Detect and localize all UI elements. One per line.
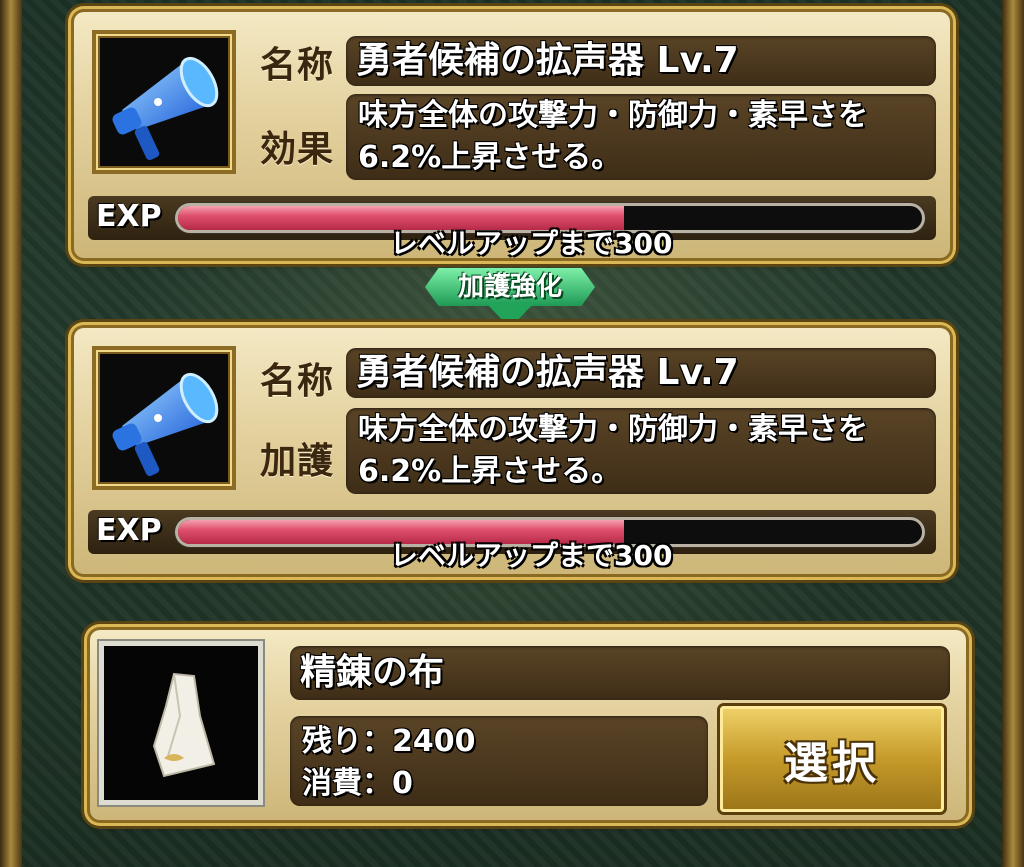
material-consumed: 消費：0 — [302, 766, 413, 801]
exp-label: EXP — [96, 199, 162, 234]
effect-line-2: 6.2%上昇させる。 — [358, 140, 622, 175]
item-name: 勇者候補の拡声器 Lv.7 — [356, 352, 739, 393]
item-icon-frame — [92, 30, 236, 174]
select-button[interactable]: 選択 — [720, 706, 944, 812]
item-name-field: 勇者候補の拡声器 Lv.7 — [346, 36, 936, 86]
effect-field: 味方全体の攻撃力・防御力・素早さを 6.2%上昇させる。 — [346, 94, 936, 180]
enhance-banner: 加護強化 — [425, 262, 595, 332]
exp-label: EXP — [96, 513, 162, 548]
blessing-label: 加護 — [260, 441, 335, 482]
left-frame — [0, 0, 22, 867]
item-name-field: 勇者候補の拡声器 Lv.7 — [346, 348, 936, 398]
item-icon-frame — [92, 346, 236, 490]
after-item-panel: 名称 加護 勇者候補の拡声器 Lv.7 味方全体の攻撃力・防御力・素早さを 6.… — [74, 328, 950, 574]
effect-label: 効果 — [260, 129, 335, 170]
enhance-banner-text: 加護強化 — [457, 272, 562, 302]
effect-line-2: 6.2%上昇させる。 — [358, 454, 622, 489]
effect-line-1: 味方全体の攻撃力・防御力・素早さを — [358, 412, 868, 447]
item-name: 勇者候補の拡声器 Lv.7 — [356, 40, 739, 81]
material-name-field: 精錬の布 — [290, 646, 950, 700]
cloth-icon — [152, 672, 216, 778]
material-icon-frame — [104, 646, 258, 800]
effect-field: 味方全体の攻撃力・防御力・素早さを 6.2%上昇させる。 — [346, 408, 936, 494]
effect-line-1: 味方全体の攻撃力・防御力・素早さを — [358, 98, 868, 133]
material-remaining: 残り：2400 — [302, 724, 476, 759]
megaphone-icon — [112, 372, 219, 477]
exp-caption: レベルアップまで300 — [390, 227, 673, 260]
before-item-panel: 名称 効果 勇者候補の拡声器 Lv.7 味方全体の攻撃力・防御力・素早さを 6.… — [74, 12, 950, 260]
select-button-label: 選択 — [784, 738, 880, 789]
name-label: 名称 — [260, 361, 335, 402]
megaphone-icon — [112, 56, 219, 161]
material-count-field: 残り：2400 消費：0 — [290, 716, 708, 806]
name-label: 名称 — [260, 45, 335, 86]
exp-caption: レベルアップまで300 — [390, 539, 673, 572]
right-frame — [1002, 0, 1024, 867]
material-name: 精錬の布 — [300, 652, 445, 693]
